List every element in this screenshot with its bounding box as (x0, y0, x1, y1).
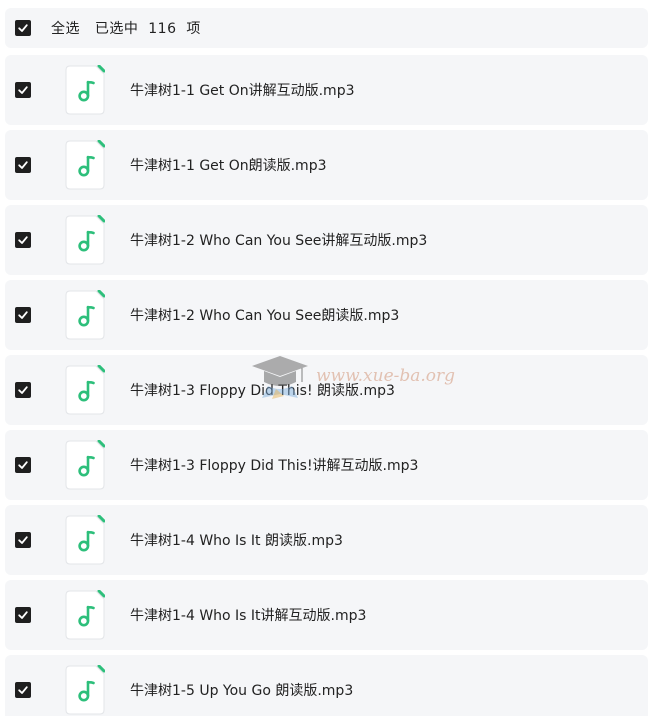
checkmark-icon (18, 236, 28, 244)
file-row[interactable]: 牛津树1-2 Who Can You See朗读版.mp3 (5, 280, 648, 350)
file-name: 牛津树1-3 Floppy Did This!讲解互动版.mp3 (130, 458, 419, 474)
select-all-bar: 全选 已选中 116 项 (5, 8, 648, 48)
selected-unit: 项 (186, 21, 201, 37)
file-name: 牛津树1-4 Who Is It讲解互动版.mp3 (130, 608, 367, 624)
file-checkbox[interactable] (15, 232, 31, 248)
music-note-icon (65, 290, 105, 340)
file-checkbox[interactable] (15, 307, 31, 323)
music-note-icon (65, 140, 105, 190)
select-all-label[interactable]: 全选 (51, 21, 80, 37)
file-checkbox[interactable] (15, 382, 31, 398)
file-name: 牛津树1-1 Get On朗读版.mp3 (130, 158, 327, 174)
file-list: 牛津树1-1 Get On讲解互动版.mp3 牛津树1-1 Get On朗读版.… (5, 55, 648, 716)
selected-count: 116 (148, 21, 177, 37)
music-note-icon (65, 215, 105, 265)
checkmark-icon (18, 536, 28, 544)
file-checkbox[interactable] (15, 157, 31, 173)
selection-summary: 全选 已选中 116 项 (51, 18, 201, 38)
file-selection-page: 全选 已选中 116 项 牛津树1-1 Get On讲解互动版.mp3 牛津树1… (0, 0, 648, 716)
file-checkbox[interactable] (15, 532, 31, 548)
file-checkbox[interactable] (15, 82, 31, 98)
file-row[interactable]: 牛津树1-1 Get On讲解互动版.mp3 (5, 55, 648, 125)
file-checkbox[interactable] (15, 607, 31, 623)
file-row[interactable]: 牛津树1-1 Get On朗读版.mp3 (5, 130, 648, 200)
checkmark-icon (18, 86, 28, 94)
music-note-icon (65, 665, 105, 715)
music-note-icon (65, 440, 105, 490)
checkmark-icon (18, 24, 28, 32)
checkmark-icon (18, 611, 28, 619)
checkmark-icon (18, 386, 28, 394)
music-note-icon (65, 515, 105, 565)
select-all-checkbox[interactable] (15, 20, 31, 36)
file-name: 牛津树1-2 Who Can You See讲解互动版.mp3 (130, 233, 428, 249)
file-row[interactable]: 牛津树1-3 Floppy Did This! 朗读版.mp3 (5, 355, 648, 425)
checkmark-icon (18, 686, 28, 694)
selected-text: 已选中 (94, 21, 139, 37)
file-name: 牛津树1-4 Who Is It 朗读版.mp3 (130, 533, 343, 549)
music-note-icon (65, 365, 105, 415)
file-name: 牛津树1-5 Up You Go 朗读版.mp3 (130, 683, 354, 699)
music-note-icon (65, 65, 105, 115)
file-row[interactable]: 牛津树1-4 Who Is It 朗读版.mp3 (5, 505, 648, 575)
file-row[interactable]: 牛津树1-5 Up You Go 朗读版.mp3 (5, 655, 648, 716)
file-checkbox[interactable] (15, 457, 31, 473)
file-name: 牛津树1-1 Get On讲解互动版.mp3 (130, 83, 355, 99)
music-note-icon (65, 590, 105, 640)
file-name: 牛津树1-3 Floppy Did This! 朗读版.mp3 (130, 383, 395, 399)
file-row[interactable]: 牛津树1-2 Who Can You See讲解互动版.mp3 (5, 205, 648, 275)
checkmark-icon (18, 161, 28, 169)
file-row[interactable]: 牛津树1-4 Who Is It讲解互动版.mp3 (5, 580, 648, 650)
checkmark-icon (18, 311, 28, 319)
checkmark-icon (18, 461, 28, 469)
file-name: 牛津树1-2 Who Can You See朗读版.mp3 (130, 308, 400, 324)
file-row[interactable]: 牛津树1-3 Floppy Did This!讲解互动版.mp3 (5, 430, 648, 500)
file-checkbox[interactable] (15, 682, 31, 698)
